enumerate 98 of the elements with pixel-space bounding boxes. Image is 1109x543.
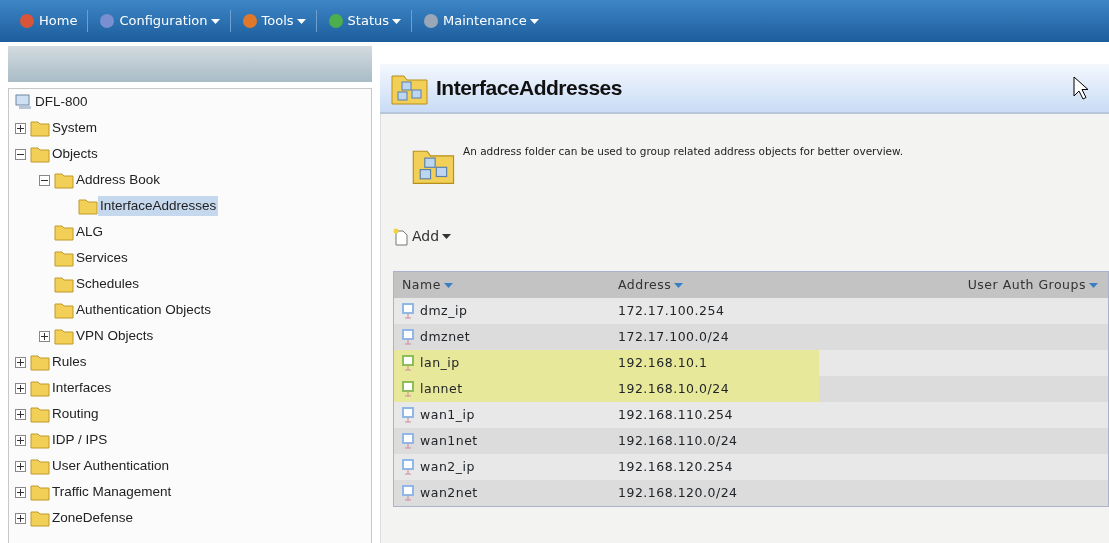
table-cell-text: 192.168.110.254 [618,405,733,424]
tree-item[interactable]: InterfaceAddresses [98,195,219,217]
caret-icon [529,18,539,24]
tree-item[interactable]: System [50,117,99,139]
tree-item[interactable]: Interfaces [50,377,114,399]
address-icon [402,433,414,449]
table-row[interactable]: lan_ip 192.168.10.1 [394,350,1108,376]
menu-item[interactable]: Status [316,10,413,32]
table-row[interactable]: dmznet 172.17.100.0/24 [394,324,1108,350]
folder-icon [30,509,50,527]
menu-item[interactable]: Tools [230,10,317,32]
table-row[interactable]: lannet 192.168.10.0/24 [394,376,1108,402]
caret-icon [210,18,220,24]
toggle-expand-icon[interactable] [15,512,26,524]
caret-icon [392,18,402,24]
menu-item[interactable]: Home [8,10,89,32]
tree-item[interactable]: Services [74,247,130,269]
table-cell-text: 192.168.120.254 [618,457,733,476]
column-header[interactable]: Address [614,275,819,295]
folder-icon [54,327,74,345]
table-cell-text: lannet [420,379,463,398]
table-cell-text: 192.168.120.0/24 [618,483,738,502]
address-icon [402,381,414,397]
folder-icon [54,249,74,267]
column-header[interactable]: User Auth Groups [819,275,1108,295]
table-cell-text: 172.17.100.254 [618,301,725,320]
toggle-expand-icon[interactable] [15,408,26,420]
folder-icon [30,145,50,163]
folder-icon [30,483,50,501]
tree-item[interactable]: Rules [50,351,89,373]
folder-icon [30,457,50,475]
toggle-expand-icon[interactable] [39,330,50,342]
add-button[interactable]: Add [393,226,452,247]
folder-icon [30,431,50,449]
table-cell-text: 192.168.10.1 [618,353,708,372]
table-cell-text: wan2_ip [420,457,475,476]
table-row[interactable]: wan1_ip 192.168.110.254 [394,402,1108,428]
folder-icon [54,301,74,319]
table-cell-text: dmznet [420,327,471,346]
tree-item[interactable]: Schedules [74,273,142,295]
tree-item[interactable]: Traffic Management [50,481,174,503]
table-cell-text: 192.168.10.0/24 [618,379,730,398]
address-icon [402,459,414,475]
table-cell-text: wan2net [420,483,478,502]
address-icon [402,407,414,423]
table-cell-text: 192.168.110.0/24 [618,431,738,450]
tree-item[interactable]: ALG [74,221,105,243]
folder-icon [30,119,50,137]
menu-item[interactable]: Maintenance [412,10,549,32]
description-text: An address folder can be used to group related address objects for better overview. [463,144,903,159]
toggle-collapse-icon[interactable] [39,174,50,186]
column-header[interactable]: Name [394,275,614,295]
cursor-icon [1073,76,1089,100]
address-icon [402,355,414,371]
table-row[interactable]: wan2net 192.168.120.0/24 [394,480,1108,506]
tree-item[interactable]: Objects [50,143,100,165]
tree-item[interactable]: User Authentication [50,455,172,477]
table-cell-text: 172.17.100.0/24 [618,327,730,346]
address-icon [402,485,414,501]
folder-icon [30,353,50,371]
menu-item[interactable]: Configuration [88,10,231,32]
folder-icon [54,275,74,293]
tree-item[interactable]: Address Book [74,169,163,191]
caret-icon [674,282,684,288]
table-row[interactable]: wan1net 192.168.110.0/24 [394,428,1108,454]
address-icon [402,303,414,319]
tree-item[interactable]: Authentication Objects [74,299,214,321]
table-cell-text: dmz_ip [420,301,468,320]
caret-icon [442,234,452,239]
toggle-expand-icon[interactable] [15,486,26,498]
caret-icon [1089,282,1098,288]
computer-icon [15,93,33,111]
folder-icon [54,171,74,189]
caret-icon [443,282,453,288]
address-icon [402,329,414,345]
tree-item[interactable]: VPN Objects [74,325,156,347]
tree-item[interactable]: IDP / IPS [50,429,110,451]
caret-icon [296,18,306,24]
tree-item[interactable]: DFL-800 [33,91,90,113]
toggle-expand-icon[interactable] [15,382,26,394]
page-title: InterfaceAddresses [436,75,622,102]
tree-item[interactable]: ZoneDefense [50,507,136,529]
folder-icon [30,405,50,423]
folder-icon [30,379,50,397]
folder-icon [54,223,74,241]
toggle-expand-icon[interactable] [15,460,26,472]
toggle-expand-icon[interactable] [15,434,26,446]
folder-icon [78,197,98,215]
table-cell-text: lan_ip [420,353,460,372]
toggle-expand-icon[interactable] [15,122,26,134]
table-cell-text: wan1_ip [420,405,475,424]
tree-item[interactable]: Routing [50,403,101,425]
toggle-expand-icon[interactable] [15,356,26,368]
new-document-icon [393,227,409,246]
toggle-collapse-icon[interactable] [15,148,26,160]
table-row[interactable]: wan2_ip 192.168.120.254 [394,454,1108,480]
table-row[interactable]: dmz_ip 172.17.100.254 [394,298,1108,324]
table-cell-text: wan1net [420,431,478,450]
